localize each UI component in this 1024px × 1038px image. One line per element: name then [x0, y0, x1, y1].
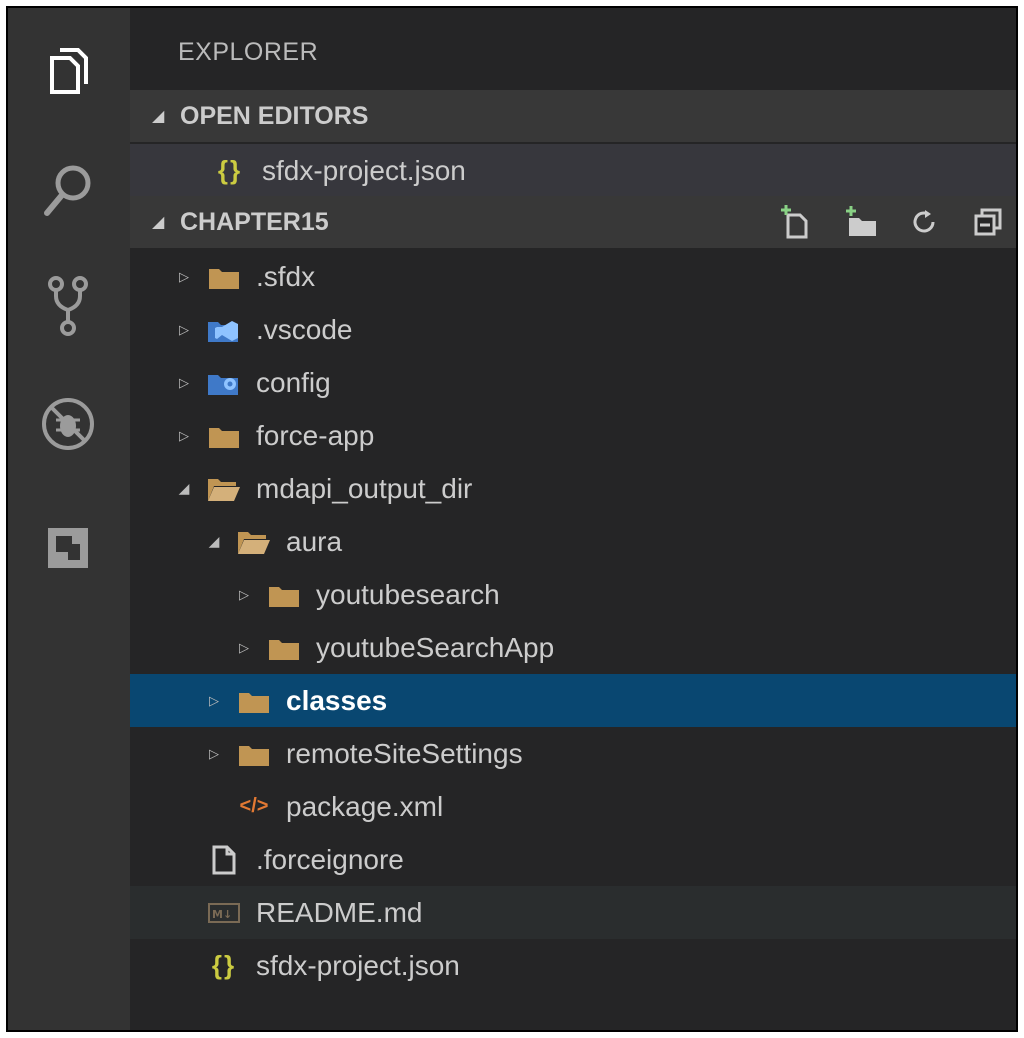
chevron-right-icon[interactable]: ▷ — [174, 375, 194, 391]
source-control-icon[interactable] — [38, 276, 98, 336]
xml-icon: </> — [239, 795, 269, 817]
open-editor-item[interactable]: {} sfdx-project.json — [130, 144, 1016, 197]
project-actions — [778, 196, 1006, 248]
chevron-right-icon[interactable]: ▷ — [174, 322, 194, 338]
folder-icon — [268, 581, 300, 609]
tree-item-label: .forceignore — [256, 843, 404, 875]
tree-item[interactable]: M↓ README.md — [130, 886, 1016, 939]
tree-item[interactable]: ▷ classes — [130, 674, 1016, 727]
folder-open-icon — [238, 528, 270, 556]
open-editors-header[interactable]: ◢ OPEN EDITORS — [130, 90, 1016, 142]
folder-icon — [208, 263, 240, 291]
explorer-files-icon[interactable] — [38, 42, 98, 102]
folder-icon — [238, 740, 270, 768]
tree-item-label: force-app — [256, 419, 375, 451]
search-icon[interactable] — [38, 160, 98, 220]
file-icon — [208, 845, 240, 874]
section-expanded-icon: ◢ — [152, 214, 165, 231]
tree-item[interactable]: ▷ youtubesearch — [130, 568, 1016, 621]
chevron-right-icon[interactable]: ▷ — [204, 746, 224, 762]
explorer-title: EXPLORER — [178, 38, 319, 66]
extensions-icon[interactable] — [38, 518, 98, 578]
markdown-icon: M↓ — [208, 899, 240, 927]
refresh-icon[interactable] — [906, 204, 942, 240]
tree-item-label: .sfdx — [256, 260, 316, 292]
tree-item[interactable]: ▷ youtubeSearchApp — [130, 621, 1016, 674]
activity-bar — [8, 8, 130, 1030]
chevron-right-icon[interactable]: ▷ — [204, 693, 224, 709]
svg-text:M↓: M↓ — [212, 908, 232, 921]
folder-icon — [268, 634, 300, 662]
tree-item[interactable]: ▷ remoteSiteSettings — [130, 727, 1016, 780]
folder-icon — [238, 687, 270, 715]
tree-item[interactable]: </> package.xml — [130, 780, 1016, 833]
folder-icon — [208, 422, 240, 450]
explorer-sidebar: EXPLORER ◢ OPEN EDITORS {} sfdx-project.… — [130, 8, 1016, 1030]
tree-item-label: config — [256, 366, 331, 398]
open-editor-label: sfdx-project.json — [262, 154, 466, 186]
chevron-right-icon[interactable]: ▷ — [234, 587, 254, 603]
tree-item-label: aura — [286, 525, 343, 557]
project-header[interactable]: ◢ CHAPTER15 — [130, 196, 1016, 248]
tree-item-label: youtubesearch — [316, 578, 500, 610]
json-braces-icon: {} — [211, 950, 237, 980]
section-expanded-icon: ◢ — [152, 108, 165, 125]
tree-item[interactable]: .forceignore — [130, 833, 1016, 886]
tree-item-label: mdapi_output_dir — [256, 472, 473, 504]
chevron-down-icon[interactable]: ◢ — [174, 480, 194, 497]
tree-item[interactable]: ▷ force-app — [130, 409, 1016, 462]
tree-item[interactable]: ◢ aura — [130, 515, 1016, 568]
config-folder-icon — [208, 369, 240, 397]
collapse-all-icon[interactable] — [970, 204, 1006, 240]
chevron-right-icon[interactable]: ▷ — [174, 428, 194, 444]
tree-item[interactable]: ▷ .vscode — [130, 303, 1016, 356]
debug-icon[interactable] — [38, 394, 98, 454]
chevron-right-icon[interactable]: ▷ — [174, 269, 194, 285]
tree-item-label: classes — [286, 684, 388, 716]
tree-item-label: sfdx-project.json — [256, 949, 460, 981]
chevron-down-icon[interactable]: ◢ — [204, 533, 224, 550]
open-editors-label: OPEN EDITORS — [180, 101, 369, 130]
project-label: CHAPTER15 — [180, 207, 329, 236]
tree-item-label: remoteSiteSettings — [286, 737, 523, 769]
tree-item-label: .vscode — [256, 313, 353, 345]
tree-item[interactable]: ▷ config — [130, 356, 1016, 409]
tree-item-label: README.md — [256, 896, 423, 928]
new-file-icon[interactable] — [778, 204, 814, 240]
tree-item[interactable]: {} sfdx-project.json — [130, 939, 1016, 992]
json-braces-icon: {} — [217, 155, 243, 185]
vscode-window: EXPLORER ◢ OPEN EDITORS {} sfdx-project.… — [6, 6, 1018, 1032]
tree-item[interactable]: ◢ mdapi_output_dir — [130, 462, 1016, 515]
new-folder-icon[interactable] — [842, 204, 878, 240]
tree-item[interactable]: ▷ .sfdx — [130, 250, 1016, 303]
chevron-right-icon[interactable]: ▷ — [234, 640, 254, 656]
vscode-folder-icon — [208, 316, 240, 344]
tree-item-label: package.xml — [286, 790, 444, 822]
tree-item-label: youtubeSearchApp — [316, 631, 555, 663]
folder-open-icon — [208, 475, 240, 503]
